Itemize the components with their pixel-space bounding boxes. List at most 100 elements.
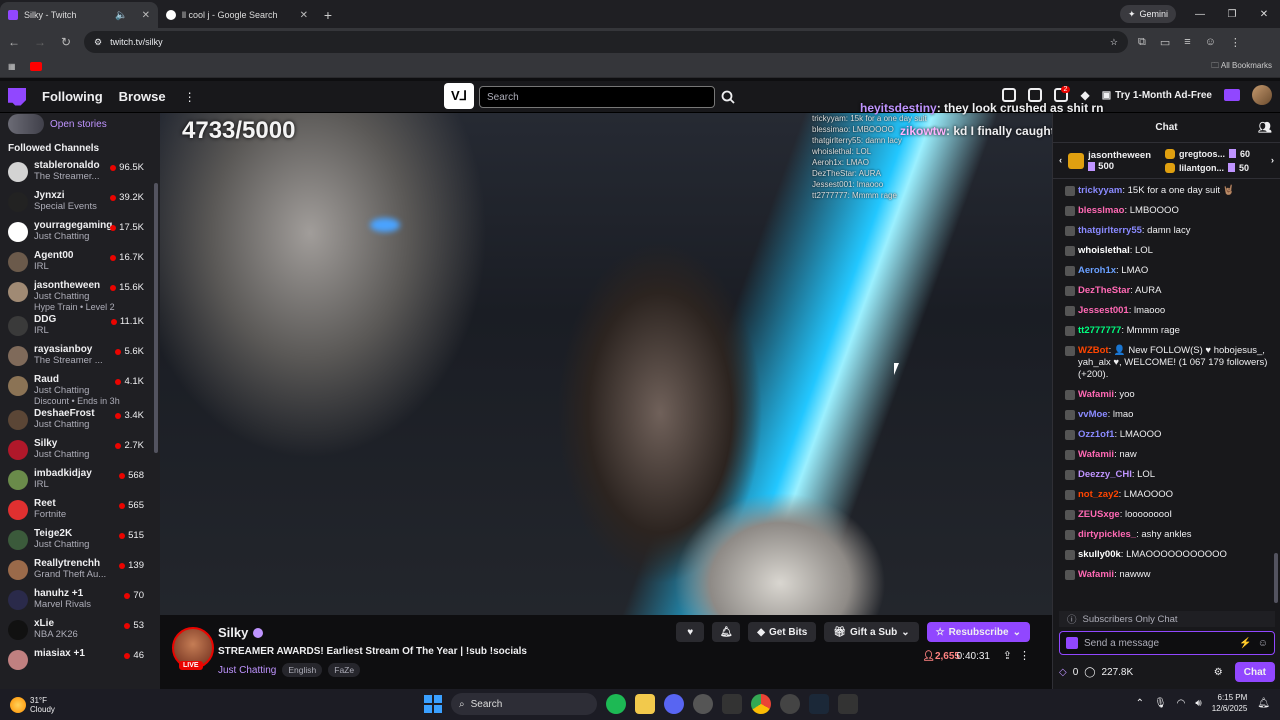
more-options-icon[interactable]: ⋮ [1019, 649, 1030, 662]
notification-bell-button[interactable]: 🔔︎ [712, 622, 741, 642]
restore-icon[interactable]: ❐ [1216, 0, 1248, 28]
chat-username[interactable]: blesslmao [1078, 205, 1124, 216]
resubscribe-button[interactable]: ☆ Resubscribe ⌄ [926, 622, 1030, 642]
sidebar-channel[interactable]: yourragegaming Just Chatting 17.5K [0, 218, 160, 248]
sidebar-channel[interactable]: Reallytrenchh Grand Theft Au... 139 [0, 556, 160, 586]
chat-input[interactable]: Send a message ⚡ ☺ [1059, 631, 1275, 655]
sidebar-channel[interactable]: hanuhz +1 Marvel Rivals 70 [0, 586, 160, 616]
chat-username[interactable]: not_zay2 [1078, 489, 1119, 500]
weather-widget[interactable]: 31°F Cloudy [0, 696, 55, 714]
chat-scrollbar[interactable] [1274, 553, 1278, 603]
chat-username[interactable]: tt2777777 [1078, 325, 1121, 336]
close-tab-icon[interactable]: ✕ [142, 10, 150, 21]
app-icon[interactable] [780, 694, 800, 714]
get-bits-button[interactable]: ◆ Get Bits [748, 622, 817, 642]
open-stories[interactable]: Open stories [0, 113, 160, 135]
close-tab-icon[interactable]: ✕ [300, 10, 308, 21]
windows-start-icon[interactable] [424, 695, 442, 713]
sidebar-channel[interactable]: Raud Just Chatting Discount • Ends in 3h… [0, 372, 160, 406]
sidebar-channel[interactable]: Silky Just Chatting 2.7K [0, 436, 160, 466]
youtube-bookmark-icon[interactable] [29, 62, 42, 71]
emote-icon[interactable]: ☺ [1258, 638, 1268, 649]
chat-username[interactable]: whoislethal [1078, 245, 1130, 256]
sidebar-channel[interactable]: Jynxzi Special Events 39.2K [0, 188, 160, 218]
get-bits-icon[interactable] [1224, 89, 1240, 101]
search-button[interactable] [717, 86, 739, 108]
tab-twitch[interactable]: Silky - Twitch 🔈 ✕ [0, 2, 158, 28]
chat-username[interactable]: Wafamii [1078, 389, 1114, 400]
users-icon[interactable]: 👥︎ [1258, 121, 1272, 134]
chat-username[interactable]: skully00k [1078, 549, 1121, 560]
minimize-icon[interactable]: — [1184, 0, 1216, 28]
wifi-icon[interactable]: ◠ [1177, 698, 1186, 709]
category-link[interactable]: Just Chatting [218, 665, 276, 676]
video-player[interactable]: 4733/5000 trickyyam: 15k for a one day s… [160, 113, 1052, 615]
sidebar-channel[interactable]: stableronaldo The Streamer... 96.5K [0, 158, 160, 188]
sidebar-scrollbar[interactable] [154, 183, 158, 453]
chevron-left-icon[interactable]: ‹ [1059, 155, 1062, 166]
extensions-icon[interactable]: ⧉ [1138, 36, 1146, 49]
sidebar-channel[interactable]: imbadkidjay IRL 568 [0, 466, 160, 496]
chevron-right-icon[interactable]: › [1271, 155, 1274, 166]
chrome-icon[interactable] [751, 694, 771, 714]
file-explorer-icon[interactable] [635, 694, 655, 714]
chat-username[interactable]: Wafamii [1078, 449, 1114, 460]
close-window-icon[interactable]: ✕ [1248, 0, 1280, 28]
sidebar-channel[interactable]: DDG IRL 11.1K [0, 312, 160, 342]
all-bookmarks[interactable]: 🗀 All Bookmarks [1211, 60, 1272, 74]
chat-username[interactable]: WZBot [1078, 345, 1109, 356]
sidebar-channel[interactable]: Agent00 IRL 16.7K [0, 248, 160, 278]
bits-cheer-icon[interactable]: ⚡ [1239, 638, 1251, 649]
reload-icon[interactable]: ↻ [58, 35, 74, 49]
tab-google[interactable]: ll cool j - Google Search ✕ [158, 2, 316, 28]
chat-username[interactable]: ZEUSxge [1078, 509, 1120, 520]
bookmark-star-icon[interactable]: ☆ [1110, 37, 1118, 48]
follow-heart-button[interactable]: ♥ [676, 622, 705, 642]
epic-games-icon[interactable] [838, 694, 858, 714]
discord-icon[interactable] [664, 694, 684, 714]
apps-grid-icon[interactable]: ▦ [8, 62, 16, 71]
new-tab-button[interactable]: + [316, 2, 340, 28]
volume-icon[interactable]: 🔊︎ [1195, 698, 1201, 709]
tag-faze[interactable]: FaZe [328, 663, 361, 677]
sidebar-channel[interactable]: jasontheween Just Chatting Hype Train • … [0, 278, 160, 312]
twitch-logo-icon[interactable] [8, 87, 26, 106]
chat-username[interactable]: thatgirlterry55 [1078, 225, 1142, 236]
spotify-icon[interactable] [606, 694, 626, 714]
menu-icon[interactable]: ⋮ [1230, 36, 1241, 49]
profile-icon[interactable]: ☺ [1205, 36, 1216, 49]
browse-link[interactable]: Browse [119, 89, 166, 104]
taskbar-search[interactable]: ⌕ Search [451, 693, 597, 715]
more-menu-icon[interactable]: ⋮ [184, 90, 196, 104]
clock[interactable]: 6:15 PM 12/6/2025 [1212, 692, 1248, 714]
site-info-icon[interactable]: ⚙ [94, 37, 102, 48]
tag-english[interactable]: English [282, 663, 323, 677]
chat-username[interactable]: Wafamii [1078, 569, 1114, 580]
gift-sub-button[interactable]: 🎁︎ Gift a Sub ⌄ [824, 622, 919, 642]
chevron-up-icon[interactable]: ⌃ [1136, 698, 1144, 709]
chat-settings-icon[interactable]: ⚙ [1214, 667, 1223, 678]
chat-username[interactable]: vvMoe [1078, 409, 1108, 420]
channel-points-icon[interactable]: ◯ [1084, 667, 1095, 678]
mic-icon[interactable]: 🎙︎ [1154, 698, 1167, 709]
url-bar[interactable]: ⚙ twitch.tv/silky ☆ [84, 31, 1128, 53]
gemini-button[interactable]: ✦ Gemini [1119, 5, 1176, 23]
steam-icon[interactable] [809, 694, 829, 714]
chat-username[interactable]: Deezzy_CHI [1078, 469, 1132, 480]
playlist-icon[interactable]: ≡ [1184, 36, 1190, 49]
app-icon[interactable] [693, 694, 713, 714]
forward-icon[interactable]: → [32, 35, 48, 49]
chat-send-button[interactable]: Chat [1234, 662, 1275, 682]
chat-username[interactable]: Jessest001 [1078, 305, 1129, 316]
sidebar-channel[interactable]: DeshaeFrost Just Chatting 3.4K [0, 406, 160, 436]
back-icon[interactable]: ← [6, 35, 22, 49]
notification-center-icon[interactable]: 🔔︎ [1257, 698, 1270, 709]
streamer-name[interactable]: Silky [218, 625, 264, 640]
chat-username[interactable]: dirtypickles_ [1078, 529, 1136, 540]
sidebar-channel[interactable]: miasiax +1 46 [0, 646, 160, 676]
following-link[interactable]: Following [42, 89, 103, 104]
sidebar-channel[interactable]: Teige2K Just Chatting 515 [0, 526, 160, 556]
cast-icon[interactable]: ▭ [1160, 36, 1170, 49]
chat-username[interactable]: DezTheStar [1078, 285, 1130, 296]
mute-tab-icon[interactable]: 🔈 [115, 10, 127, 21]
